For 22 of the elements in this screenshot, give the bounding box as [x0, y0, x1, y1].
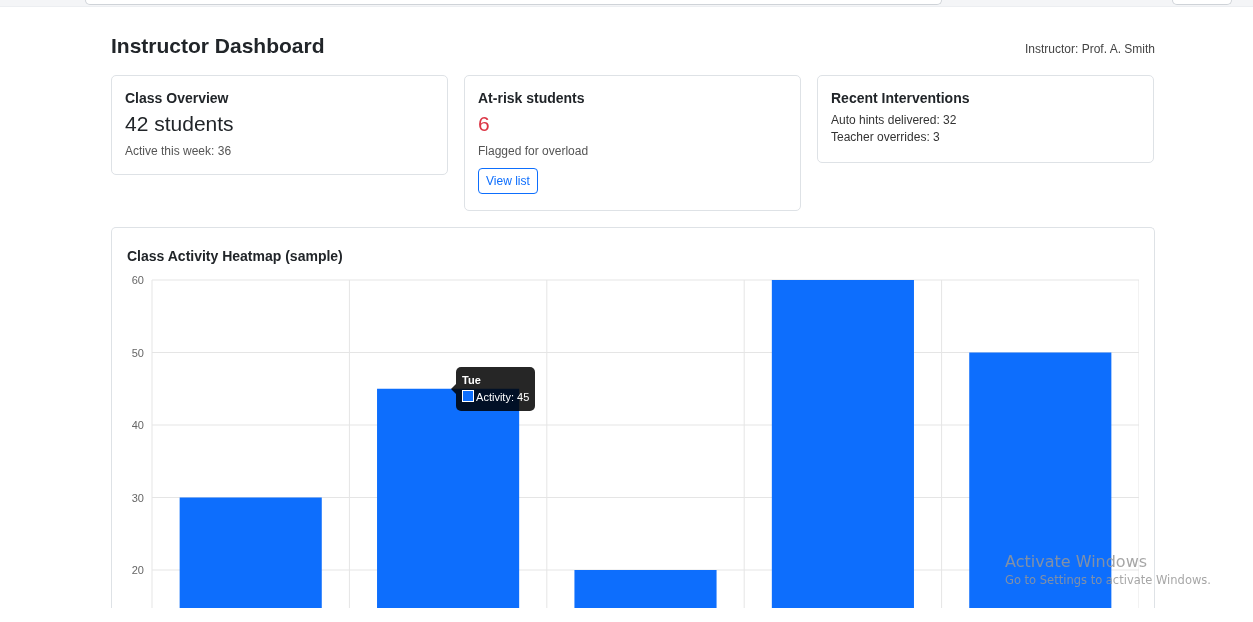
axis-tick-label: 30	[131, 491, 144, 504]
axis-tick-label: 40	[131, 419, 144, 431]
stat-value: 42 students	[125, 112, 235, 136]
stat-value: 6	[478, 112, 491, 136]
chart-tooltip: Tue Activity: 45	[451, 366, 536, 411]
stat-line: Teacher overrides: 3	[831, 129, 941, 146]
card-title: At-risk students	[478, 90, 586, 106]
axis-tick-label: 60	[131, 274, 144, 286]
axis-tick-label: 20	[131, 564, 144, 576]
stat-note: Active this week: 36	[125, 144, 233, 158]
card-title: Recent Interventions	[831, 90, 971, 106]
chart-title: Class Activity Heatmap (sample)	[127, 248, 344, 264]
stat-note: Flagged for overload	[478, 144, 590, 158]
card-title: Class Overview	[125, 90, 230, 106]
axis-tick-label: 50	[131, 346, 144, 359]
input-field[interactable]	[1172, 0, 1232, 5]
input-field[interactable]	[85, 0, 942, 5]
stat-line: Auto hints delivered: 32	[831, 112, 958, 129]
instructor-name: Instructor: Prof. A. Smith	[1024, 42, 1155, 56]
view-list-button[interactable]: View list	[478, 168, 538, 194]
page-title: Instructor Dashboard	[111, 34, 325, 58]
activation-title: Activate Windows	[1005, 552, 1149, 571]
